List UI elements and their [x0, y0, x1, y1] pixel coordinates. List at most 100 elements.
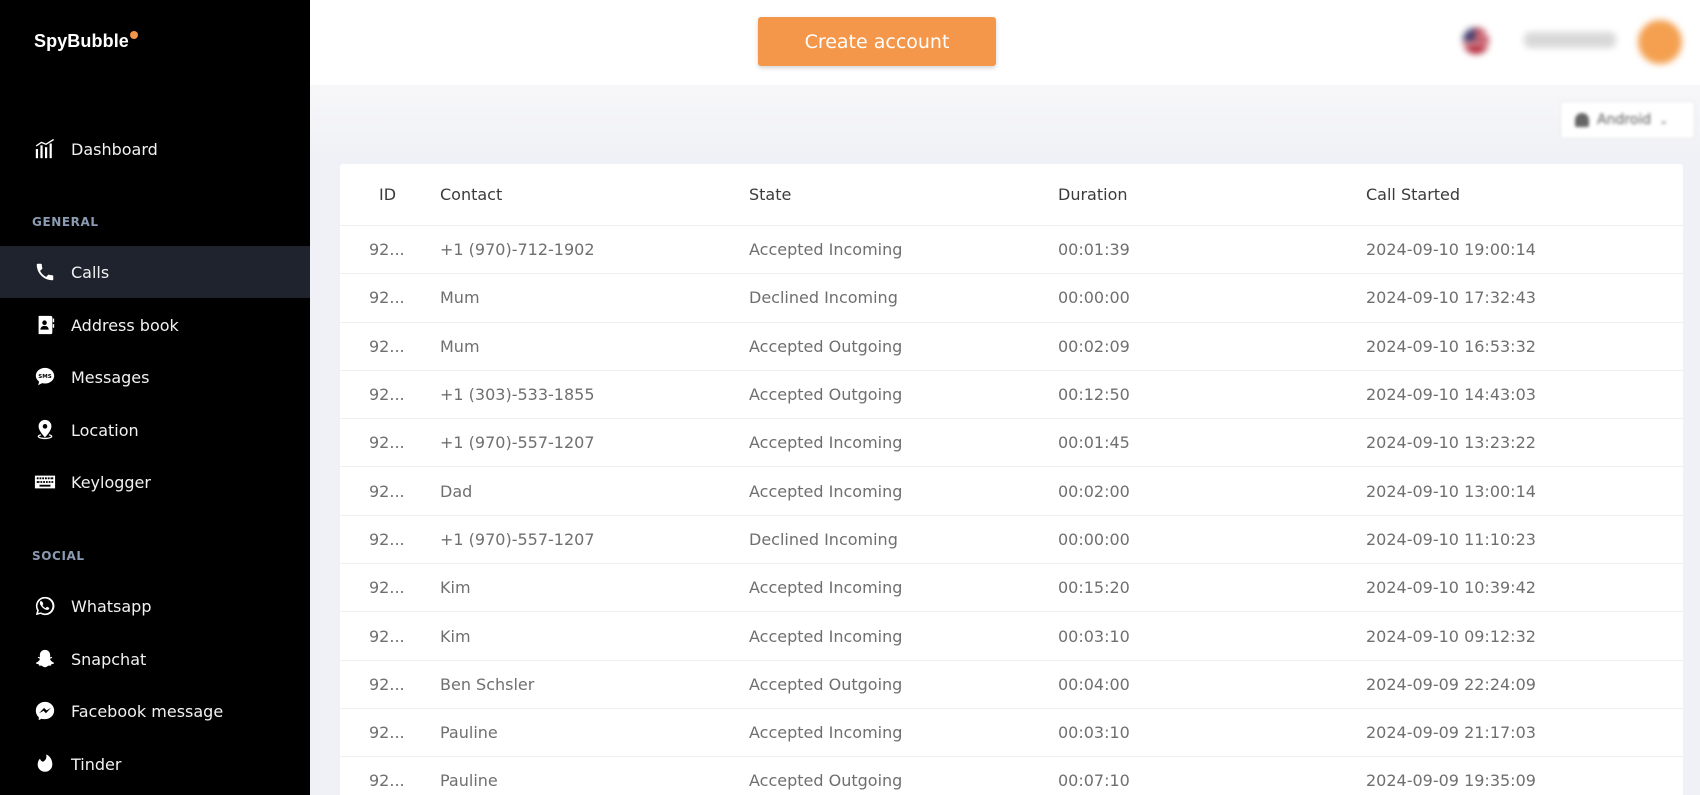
cell-call-started: 2024-09-10 19:00:14 — [1366, 240, 1536, 260]
app-logo[interactable]: SpyBubble — [34, 31, 138, 52]
cell-id: 92... — [369, 578, 405, 598]
cell-id: 92... — [369, 288, 405, 308]
sidebar-item-label: Facebook message — [71, 701, 224, 721]
cell-state: Declined Incoming — [749, 288, 898, 308]
device-os-select[interactable]: Android ⌄ — [1560, 101, 1695, 139]
cell-id: 92... — [369, 723, 405, 743]
column-header-contact[interactable]: Contact — [440, 185, 502, 204]
cell-id: 92... — [369, 674, 405, 694]
cell-duration: 00:01:39 — [1058, 240, 1130, 260]
messenger-icon — [34, 700, 56, 722]
sidebar-item-label: Calls — [71, 262, 110, 282]
cell-state: Accepted Outgoing — [749, 674, 903, 694]
sidebar-item-whatsapp[interactable]: Whatsapp — [0, 580, 310, 632]
cell-contact: Mum — [440, 288, 480, 308]
cell-duration: 00:00:00 — [1058, 529, 1130, 549]
sidebar-item-address-book[interactable]: Address book — [0, 299, 310, 351]
whatsapp-icon — [34, 595, 56, 617]
cell-duration: 00:00:00 — [1058, 288, 1130, 308]
contact-book-icon — [34, 314, 56, 336]
sidebar-item-snapchat[interactable]: Snapchat — [0, 633, 310, 685]
cell-duration: 00:02:09 — [1058, 336, 1130, 356]
section-label-general: GENERAL — [32, 215, 99, 229]
cell-duration: 00:12:50 — [1058, 385, 1130, 405]
cell-id: 92... — [369, 385, 405, 405]
cell-state: Accepted Incoming — [749, 433, 903, 453]
cell-id: 92... — [369, 771, 405, 791]
cell-contact: Pauline — [440, 771, 498, 791]
chevron-down-icon: ⌄ — [1659, 113, 1669, 127]
cell-duration: 00:03:10 — [1058, 723, 1130, 743]
device-bar: Android ⌄ — [310, 85, 1700, 151]
sms-bubble-icon: SMS — [34, 366, 56, 388]
column-header-duration[interactable]: Duration — [1058, 185, 1128, 204]
sidebar-item-label: Dashboard — [71, 139, 158, 159]
sidebar-item-tinder[interactable]: Tinder — [0, 738, 310, 790]
column-header-call-started[interactable]: Call Started — [1366, 185, 1460, 204]
table-row[interactable]: 92... Mum Declined Incoming 00:00:00 2024-09… — [340, 274, 1683, 323]
sidebar-item-label: Messages — [71, 367, 150, 387]
table-row[interactable]: 92... Ben Schsler Accepted Outgoing 00:04:0… — [340, 661, 1683, 709]
sidebar-item-keylogger[interactable]: Keylogger — [0, 456, 310, 508]
device-os-label: Android — [1597, 112, 1652, 128]
keyboard-icon — [34, 471, 56, 493]
create-account-button[interactable]: Create account — [758, 17, 996, 66]
cell-contact: Kim — [440, 626, 471, 646]
snapchat-ghost-icon — [34, 648, 56, 670]
phone-icon — [34, 261, 56, 283]
cell-state: Accepted Outgoing — [749, 771, 903, 791]
cell-contact: +1 (970)-557-1207 — [440, 529, 595, 549]
location-pin-icon — [34, 419, 56, 441]
column-header-id[interactable]: ID — [379, 185, 396, 204]
column-header-state[interactable]: State — [749, 185, 791, 204]
cell-id: 92... — [369, 433, 405, 453]
top-header: Create account — [310, 0, 1700, 85]
cell-state: Accepted Incoming — [749, 626, 903, 646]
cell-call-started: 2024-09-10 11:10:23 — [1366, 529, 1536, 549]
avatar[interactable] — [1638, 20, 1682, 64]
cell-id: 92... — [369, 240, 405, 260]
table-row[interactable]: 92... +1 (303)-533-1855 Accepted Outgoing 0… — [340, 371, 1683, 420]
sidebar-item-dashboard[interactable]: Dashboard — [0, 123, 310, 175]
user-name-blurred[interactable] — [1524, 32, 1616, 48]
cell-id: 92... — [369, 529, 405, 549]
cell-contact: Kim — [440, 578, 471, 598]
table-row[interactable]: 92... Pauline Accepted Outgoing 00:07:10 202… — [340, 757, 1683, 795]
svg-text:SMS: SMS — [38, 374, 51, 380]
dashboard-chart-icon — [34, 138, 56, 160]
language-flag-icon[interactable] — [1463, 28, 1489, 54]
table-row[interactable]: 92... Pauline Accepted Incoming 00:03:10 202… — [340, 709, 1683, 758]
logo-text: SpyBubble — [34, 31, 129, 51]
cell-contact: Pauline — [440, 723, 498, 743]
sidebar-item-facebook-message[interactable]: Facebook message — [0, 685, 310, 737]
table-row[interactable]: 92... Kim Accepted Incoming 00:15:20 2024-09… — [340, 564, 1683, 613]
cell-contact: Mum — [440, 336, 480, 356]
cell-state: Accepted Incoming — [749, 578, 903, 598]
table-row[interactable]: 92... Kim Accepted Incoming 00:03:10 2024-09… — [340, 612, 1683, 661]
cell-state: Accepted Incoming — [749, 240, 903, 260]
cell-call-started: 2024-09-10 10:39:42 — [1366, 578, 1536, 598]
table-row[interactable]: 92... Mum Accepted Outgoing 00:02:09 2024-09… — [340, 323, 1683, 371]
sidebar-item-label: Address book — [71, 315, 179, 335]
sidebar-item-calls[interactable]: Calls — [0, 246, 310, 298]
cell-state: Accepted Incoming — [749, 481, 903, 501]
cell-id: 92... — [369, 336, 405, 356]
sidebar-item-messages[interactable]: SMS Messages — [0, 351, 310, 403]
table-row[interactable]: 92... Dad Accepted Incoming 00:02:00 2024-09… — [340, 468, 1683, 516]
cell-duration: 00:02:00 — [1058, 481, 1130, 501]
calls-table: ID Contact State Duration Call Started 9… — [340, 164, 1683, 795]
cell-contact: Dad — [440, 481, 473, 501]
cell-duration: 00:01:45 — [1058, 433, 1130, 453]
cell-contact: +1 (970)-557-1207 — [440, 433, 595, 453]
table-row[interactable]: 92... +1 (970)-557-1207 Accepted Incoming 0… — [340, 419, 1683, 468]
cell-contact: +1 (970)-712-1902 — [440, 240, 595, 260]
cell-duration: 00:04:00 — [1058, 674, 1130, 694]
table-row[interactable]: 92... +1 (970)-712-1902 Accepted Incoming 0… — [340, 226, 1683, 275]
cell-duration: 00:03:10 — [1058, 626, 1130, 646]
sidebar-item-location[interactable]: Location — [0, 404, 310, 456]
cell-call-started: 2024-09-09 21:17:03 — [1366, 723, 1536, 743]
logo-dot-icon — [129, 31, 138, 39]
sidebar-item-label: Keylogger — [71, 472, 151, 492]
table-row[interactable]: 92... +1 (970)-557-1207 Declined Incoming 0… — [340, 516, 1683, 565]
cell-duration: 00:07:10 — [1058, 771, 1130, 791]
